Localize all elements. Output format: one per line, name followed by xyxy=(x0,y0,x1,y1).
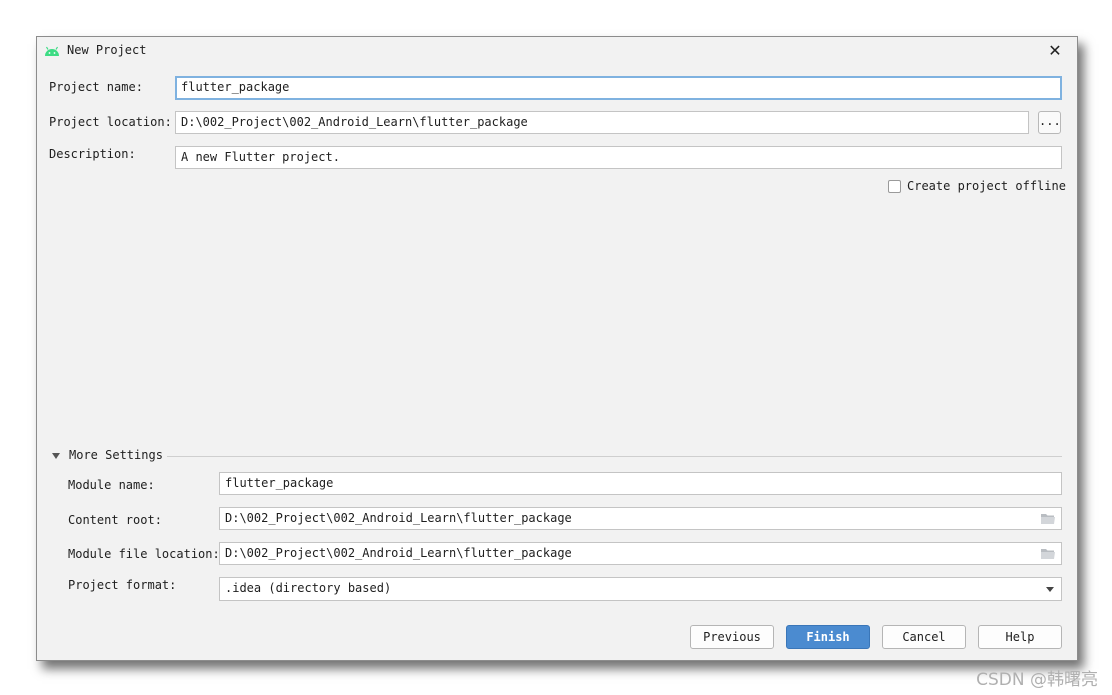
project-location-label: Project location: xyxy=(49,115,172,129)
project-format-select[interactable]: .idea (directory based) xyxy=(219,577,1062,601)
module-name-label: Module name: xyxy=(68,478,155,492)
cancel-button[interactable]: Cancel xyxy=(882,625,966,649)
create-offline-label[interactable]: Create project offline xyxy=(907,179,1066,193)
create-offline-checkbox[interactable] xyxy=(888,180,901,193)
project-location-input[interactable]: D:\002_Project\002_Android_Learn\flutter… xyxy=(175,111,1029,134)
module-file-location-input[interactable]: D:\002_Project\002_Android_Learn\flutter… xyxy=(219,542,1062,565)
folder-icon[interactable] xyxy=(1040,547,1056,560)
new-project-dialog: New Project ✕ Project name: flutter_pack… xyxy=(36,36,1078,661)
content-root-input[interactable]: D:\002_Project\002_Android_Learn\flutter… xyxy=(219,507,1062,530)
module-name-input[interactable]: flutter_package xyxy=(219,472,1062,495)
folder-icon[interactable] xyxy=(1040,512,1056,525)
project-format-label: Project format: xyxy=(68,578,177,592)
watermark: CSDN @韩曙亮 xyxy=(976,670,1098,690)
section-divider xyxy=(167,456,1062,457)
project-name-label: Project name: xyxy=(49,80,143,94)
more-settings-title[interactable]: More Settings xyxy=(69,448,163,462)
browse-location-button[interactable]: ... xyxy=(1038,111,1061,134)
module-file-location-label: Module file location: xyxy=(68,547,220,561)
previous-button[interactable]: Previous xyxy=(690,625,774,649)
finish-button[interactable]: Finish xyxy=(786,625,870,649)
title-bar[interactable]: New Project ✕ xyxy=(37,37,1077,65)
dialog-title: New Project xyxy=(67,43,147,57)
description-label: Description: xyxy=(49,147,136,161)
description-input[interactable]: A new Flutter project. xyxy=(175,146,1062,169)
chevron-down-icon[interactable] xyxy=(1046,587,1054,592)
help-button[interactable]: Help xyxy=(978,625,1062,649)
content-root-label: Content root: xyxy=(68,513,162,527)
close-icon[interactable]: ✕ xyxy=(1047,43,1063,59)
android-icon xyxy=(45,46,59,56)
project-name-input[interactable]: flutter_package xyxy=(175,76,1062,100)
collapse-triangle-icon[interactable] xyxy=(52,453,60,459)
